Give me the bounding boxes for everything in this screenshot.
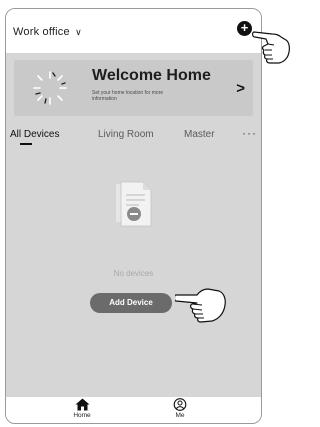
room-tabs: All Devices Living Room Master ··· (6, 125, 261, 145)
welcome-title: Welcome Home (92, 67, 211, 84)
phone-screen: Work office ∨ + Welcome Home Set your ho… (5, 8, 262, 424)
chevron-down-icon: ∨ (75, 27, 82, 37)
pointing-hand-icon (252, 31, 290, 64)
nav-home-label: Home (73, 412, 91, 419)
main-content: Welcome Home Set your home location for … (6, 53, 261, 397)
top-bar: Work office ∨ + (6, 9, 261, 53)
empty-state-text: No devices (113, 269, 154, 278)
pointing-hand-icon (175, 288, 226, 323)
document-icon (116, 181, 152, 227)
home-selector[interactable]: Work office ∨ (13, 26, 82, 38)
chevron-right-icon: > (236, 80, 245, 97)
add-device-button[interactable]: Add Device (90, 293, 172, 313)
welcome-subtitle: Set your home location for more informat… (92, 90, 164, 102)
home-icon (75, 398, 89, 411)
tab-living-room[interactable]: Living Room (98, 129, 154, 140)
nav-me-label: Me (175, 412, 185, 419)
plus-circle-icon[interactable]: + (237, 21, 252, 36)
nav-home[interactable]: Home (62, 398, 102, 419)
nav-me[interactable]: Me (160, 398, 200, 419)
bottom-nav: Home Me (6, 397, 261, 423)
user-icon (173, 398, 187, 411)
tab-master[interactable]: Master (184, 129, 215, 140)
active-tab-indicator (20, 143, 32, 145)
more-tabs-icon[interactable]: ··· (242, 126, 257, 140)
sun-icon (33, 71, 67, 105)
welcome-card[interactable]: Welcome Home Set your home location for … (14, 60, 253, 116)
tab-all-devices[interactable]: All Devices (10, 129, 59, 140)
home-name: Work office (13, 26, 70, 38)
